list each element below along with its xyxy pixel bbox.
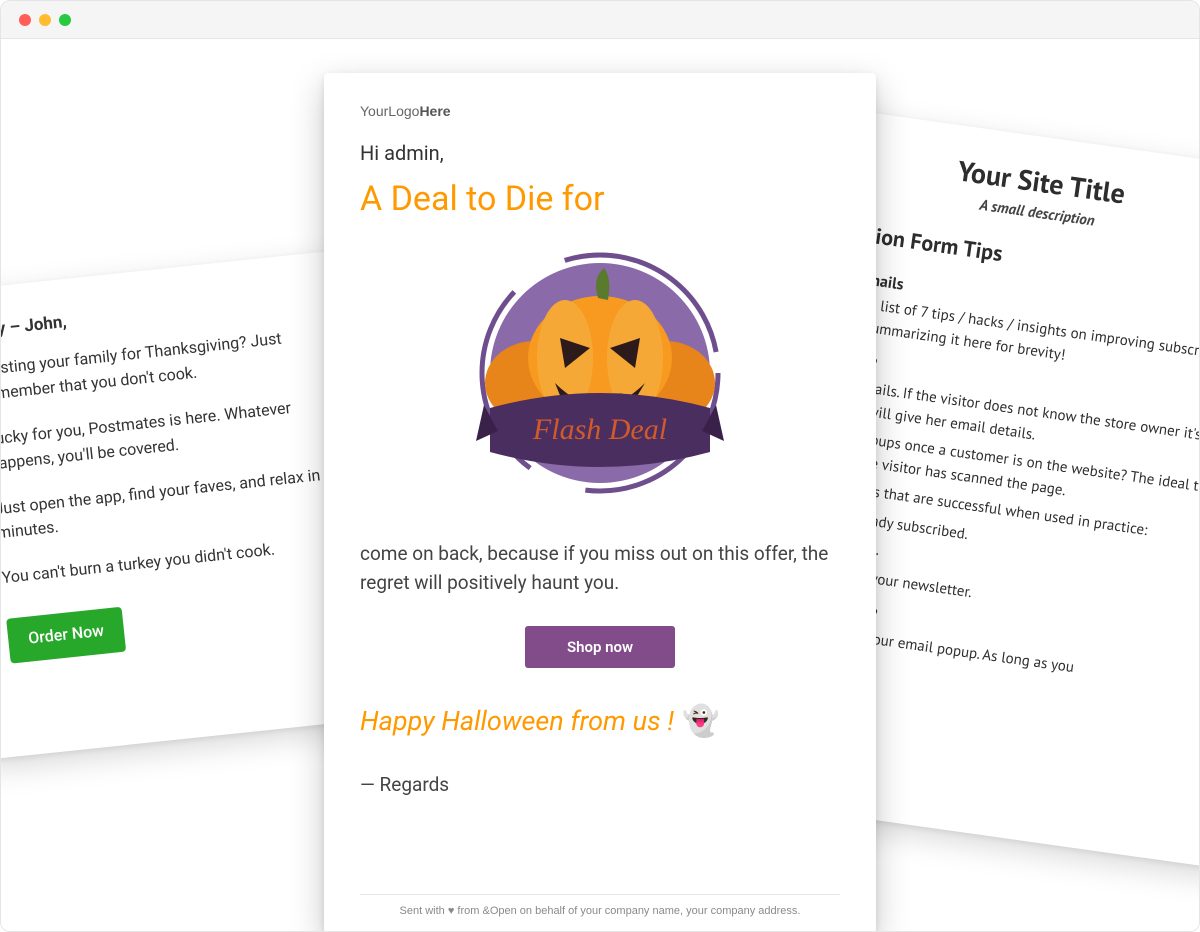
email-card-center: YourLogoHere Hi admin, A Deal to Die for [324,73,876,932]
browser-window: Hey – John, Hosting your family for Than… [0,0,1200,932]
pumpkin-illustration: Flash Deal [450,243,750,513]
canvas: Hey – John, Hosting your family for Than… [1,39,1199,931]
window-close-dot[interactable] [19,14,31,26]
left-paragraph: Just open the app, find your faves, and … [0,460,349,546]
logo-thin: YourLogo [360,103,419,119]
flash-deal-icon: Flash Deal [450,243,750,513]
logo-text: YourLogoHere [360,103,840,119]
tagline-text: Happy Halloween from us ! [360,705,674,737]
email-footer: Sent with ♥ from &Open on behalf of your… [360,894,840,917]
greeting: Hi admin, [360,141,840,165]
window-minimize-dot[interactable] [39,14,51,26]
window-titlebar [1,1,1199,39]
tagline: Happy Halloween from us ! 👻 [360,704,840,739]
window-zoom-dot[interactable] [59,14,71,26]
headline: A Deal to Die for [360,179,840,219]
left-paragraph: Lucky for you, Postmates is here. Whatev… [0,391,341,477]
order-now-button[interactable]: Order Now [6,607,126,664]
body-copy: come on back, because if you miss out on… [360,539,840,598]
signoff: — Regards [360,773,840,796]
logo-bold: Here [419,103,450,119]
flash-deal-text: Flash Deal [532,413,667,446]
shop-now-button[interactable]: Shop now [525,626,675,668]
ghost-icon: 👻 [682,704,719,739]
